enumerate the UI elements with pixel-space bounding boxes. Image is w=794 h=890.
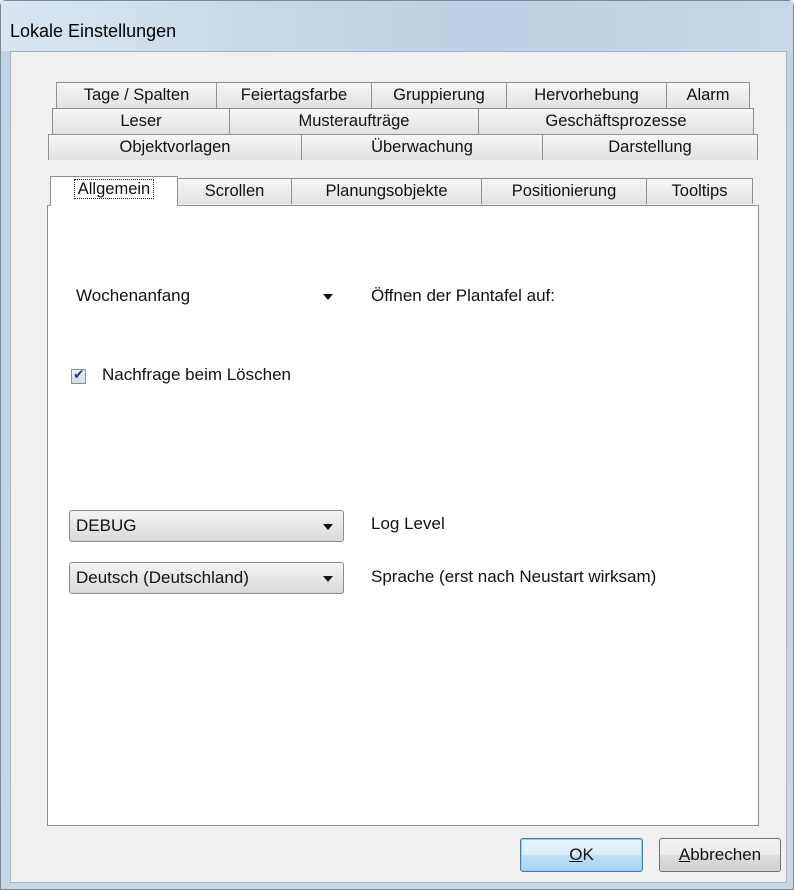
tab-label: Objektvorlagen (119, 138, 231, 156)
tab-objektvorlagen[interactable]: Objektvorlagen (48, 134, 302, 160)
tab-label: Gruppierung (393, 86, 485, 104)
tab-label: Tage / Spalten (83, 86, 190, 104)
language-dropdown[interactable]: Deutsch (Deutschland) (69, 562, 344, 594)
tab-label: Scrollen (204, 182, 265, 200)
tab-label: Positionierung (511, 182, 617, 200)
tab-label: Darstellung (608, 138, 692, 156)
log-level-label: Log Level (371, 514, 445, 533)
tab-leser[interactable]: Leser (52, 108, 230, 134)
tab-hervorhebung[interactable]: Hervorhebung (506, 82, 667, 108)
tab-planungsobjekte[interactable]: Planungsobjekte (291, 178, 482, 204)
tab-label: Planungsobjekte (325, 182, 448, 200)
tab-label: Musteraufträge (298, 112, 410, 130)
tab-label: Feiertagsfarbe (240, 86, 348, 104)
tab-musterauftraege[interactable]: Musteraufträge (229, 108, 479, 134)
tab-panel-allgemein: Wochenanfang Öffnen der Plantafel auf: N… (47, 205, 759, 826)
tab-tooltips[interactable]: Tooltips (646, 178, 753, 204)
ok-button[interactable]: OK (520, 838, 643, 872)
tab-positionierung[interactable]: Positionierung (481, 178, 647, 204)
tab-tage-spalten[interactable]: Tage / Spalten (56, 82, 217, 108)
tab-alarm[interactable]: Alarm (666, 82, 750, 108)
dialog-window: Lokale Einstellungen Tage / Spalten Feie… (0, 0, 794, 890)
tab-scrollen[interactable]: Scrollen (177, 178, 292, 204)
cancel-mnemonic: A (678, 845, 691, 864)
ok-label-rest: K (582, 845, 594, 864)
week-start-label: Öffnen der Plantafel auf: (371, 286, 555, 305)
tab-ueberwachung[interactable]: Überwachung (301, 134, 543, 160)
tab-allgemein[interactable]: Allgemein (50, 176, 178, 206)
dropdown-value: Deutsch (Deutschland) (76, 568, 249, 587)
dropdown-value: DEBUG (76, 516, 137, 535)
ok-mnemonic: O (569, 845, 583, 864)
tab-darstellung[interactable]: Darstellung (542, 134, 758, 160)
chevron-down-icon (323, 524, 333, 530)
tab-label: Alarm (686, 86, 730, 104)
dropdown-value: Wochenanfang (76, 286, 191, 305)
confirm-delete-checkbox[interactable] (71, 367, 86, 384)
tab-label: Allgemein (73, 179, 155, 199)
tab-geschaeftsprozesse[interactable]: Geschäftsprozesse (478, 108, 754, 134)
title-bar[interactable]: Lokale Einstellungen (1, 1, 793, 51)
tab-label: Geschäftsprozesse (545, 112, 687, 130)
cancel-label-rest: bbrechen (690, 845, 762, 864)
chevron-down-icon (323, 576, 333, 582)
window-title: Lokale Einstellungen (10, 21, 177, 41)
tab-gruppierung[interactable]: Gruppierung (371, 82, 507, 108)
tab-feiertagsfarbe[interactable]: Feiertagsfarbe (216, 82, 372, 108)
dialog-client-area: Tage / Spalten Feiertagsfarbe Gruppierun… (10, 51, 787, 883)
chevron-down-icon (323, 294, 333, 300)
tab-label: Überwachung (371, 138, 473, 156)
cancel-button[interactable]: Abbrechen (659, 838, 781, 872)
log-level-dropdown[interactable]: DEBUG (69, 510, 344, 542)
tab-label: Tooltips (671, 182, 728, 200)
confirm-delete-label[interactable]: Nachfrage beim Löschen (102, 365, 291, 385)
tab-label: Hervorhebung (534, 86, 639, 104)
tab-label: Leser (120, 112, 162, 130)
week-start-dropdown[interactable]: Wochenanfang (69, 280, 344, 312)
language-label: Sprache (erst nach Neustart wirksam) (371, 567, 657, 586)
